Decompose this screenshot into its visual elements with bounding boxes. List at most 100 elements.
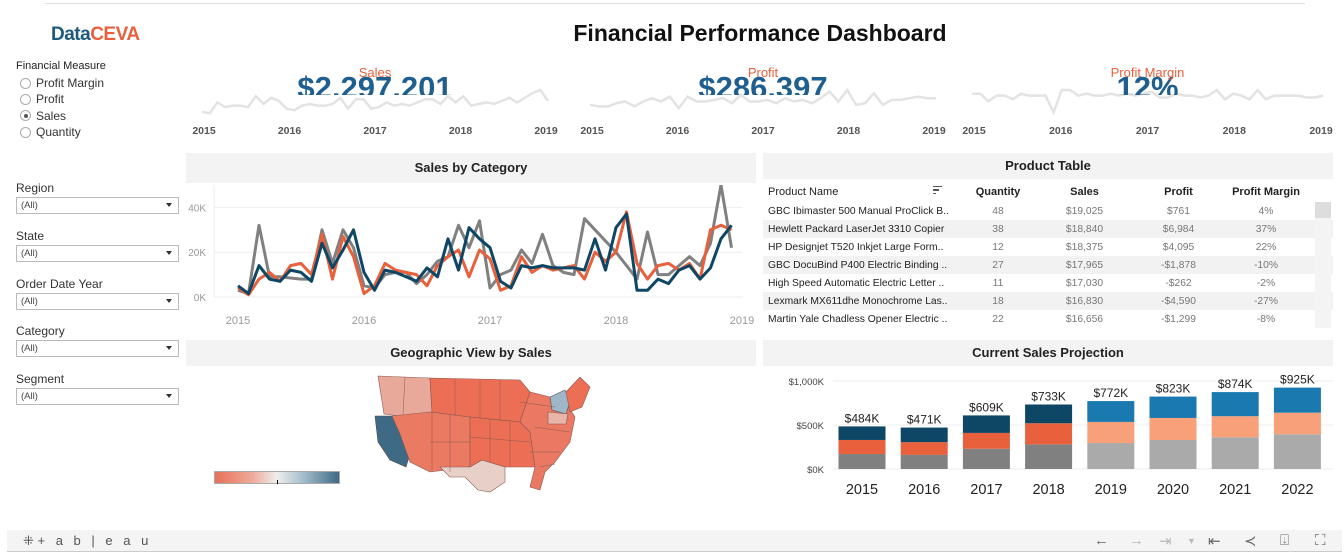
table-header-row: Product Name Quantity Sales Profit Profi… — [763, 182, 1333, 202]
x-tick-label: 2018 — [1032, 482, 1064, 498]
bar-segment-middle[interactable] — [1211, 416, 1259, 438]
dropdown-arrow-icon[interactable] — [166, 346, 172, 350]
bar-segment-bottom[interactable] — [962, 448, 1010, 469]
kpi-sales[interactable]: $2,297,201 Sales 2015 2016 2017 2018 2019 — [190, 60, 560, 145]
kpi-year-tick: 2019 — [1309, 125, 1333, 137]
radio-circle-icon[interactable] — [20, 93, 31, 105]
radio-circle-icon[interactable] — [20, 126, 31, 138]
color-legend — [214, 471, 340, 484]
table-row[interactable]: HP Designjet T520 Inkjet Large Form.. 12 $… — [763, 238, 1333, 256]
undo-icon[interactable]: ← — [1094, 532, 1109, 549]
filter-dropdown[interactable]: (All) — [16, 293, 179, 310]
x-tick-label: 2015 — [226, 315, 250, 327]
table-scrollbar[interactable] — [1315, 202, 1331, 328]
filter-dropdown[interactable]: (All) — [16, 340, 179, 357]
tableau-logo[interactable]: ⁜ + a b | e a u — [23, 533, 152, 549]
filter-label: Segment — [16, 372, 65, 386]
bar-segment-bottom[interactable] — [1149, 439, 1197, 469]
bar-segment-middle[interactable] — [900, 442, 948, 455]
radio-circle-icon[interactable] — [20, 77, 31, 89]
filter-label: Category — [16, 324, 65, 338]
dropdown-arrow-icon[interactable] — [166, 203, 172, 207]
radio-profit-margin[interactable]: Profit Margin — [16, 75, 106, 91]
geo-header: Geographic View by Sales — [186, 340, 756, 366]
kpi-year-tick: 2019 — [534, 125, 558, 137]
table-row[interactable]: Hewlett Packard LaserJet 3310 Copier 38 $1… — [763, 220, 1333, 238]
bar-segment-bottom[interactable] — [1273, 434, 1321, 469]
col-quantity[interactable]: Quantity — [963, 186, 1033, 198]
scrollbar-thumb[interactable] — [1315, 202, 1331, 218]
bar-segment-bottom[interactable] — [900, 454, 948, 469]
radio-profit[interactable]: Profit — [16, 91, 106, 107]
bar-segment-top[interactable] — [1273, 387, 1321, 413]
radio-sales[interactable]: Sales — [16, 108, 106, 124]
table-cell: High Speed Automatic Electric Letter .. — [768, 277, 945, 289]
sort-icon[interactable] — [933, 186, 942, 196]
col-sales[interactable]: Sales — [1033, 186, 1136, 198]
fullscreen-icon[interactable]: ⛶ — [1315, 532, 1326, 549]
table-cell: GBC Ibimaster 500 Manual ProClick B.. — [768, 205, 949, 217]
bar-segment-middle[interactable] — [1149, 417, 1197, 440]
kpi-year-tick: 2017 — [751, 125, 775, 137]
bar-total-label: $772K — [1093, 386, 1128, 400]
table-row[interactable]: High Speed Automatic Electric Letter .. 1… — [763, 274, 1333, 292]
col-profit-margin[interactable]: Profit Margin — [1221, 186, 1311, 198]
bar-total-label: $925K — [1280, 373, 1315, 387]
legend-midpoint-tick — [277, 480, 278, 484]
share-icon[interactable]: ≺ — [1244, 532, 1257, 550]
table-cell: 12 — [992, 241, 1004, 253]
revert-dropdown-icon[interactable]: ▼ — [1187, 536, 1196, 546]
dropdown-arrow-icon[interactable] — [166, 251, 172, 255]
bar-segment-middle[interactable] — [838, 439, 886, 455]
bar-segment-top[interactable] — [962, 415, 1010, 433]
redo-icon[interactable]: → — [1129, 532, 1144, 549]
bar-segment-middle[interactable] — [1025, 423, 1073, 445]
kpi-profit-margin[interactable]: 12% Profit Margin 2015 2016 2017 2018 2019 — [960, 60, 1335, 145]
bar-segment-middle[interactable] — [962, 432, 1010, 449]
download-icon[interactable]: ⍗ — [1280, 532, 1289, 549]
table-cell: -2% — [1256, 277, 1276, 289]
us-map[interactable] — [370, 372, 595, 494]
dropdown-arrow-icon[interactable] — [166, 299, 172, 303]
table-row[interactable]: Martin Yale Chadless Opener Electric .. 2… — [763, 310, 1333, 328]
filter-dropdown[interactable]: (All) — [16, 388, 179, 405]
bar-segment-top[interactable] — [900, 427, 948, 443]
table-cell: 27 — [992, 259, 1004, 271]
filter-label: Order Date Year — [16, 277, 103, 291]
bar-segment-middle[interactable] — [1273, 412, 1321, 435]
kpi-label: Profit — [747, 65, 779, 80]
revert-icon[interactable]: ⇥ — [1159, 532, 1172, 550]
reset-icon[interactable]: ⇤ — [1208, 532, 1221, 550]
filter-dropdown[interactable]: (All) — [16, 197, 179, 214]
radio-quantity[interactable]: Quantity — [16, 124, 106, 140]
bar-segment-top[interactable] — [1025, 404, 1073, 424]
bar-segment-middle[interactable] — [1087, 421, 1135, 444]
col-profit[interactable]: Profit — [1136, 186, 1221, 198]
table-row[interactable]: Lexmark MX611dhe Monochrome Las.. 18 $16,8… — [763, 292, 1333, 310]
bar-segment-top[interactable] — [1211, 392, 1259, 417]
table-cell: -$4,590 — [1161, 295, 1196, 307]
table-cell: 48 — [992, 205, 1004, 217]
x-tick-label: 2017 — [478, 315, 502, 327]
kpi-year-tick: 2016 — [277, 125, 302, 137]
dropdown-arrow-icon[interactable] — [166, 394, 172, 398]
x-tick-label: 2015 — [846, 482, 878, 498]
bar-segment-bottom[interactable] — [1211, 437, 1259, 469]
table-row[interactable]: GBC Ibimaster 500 Manual ProClick B.. 48 $… — [763, 202, 1333, 220]
radio-label: Sales — [36, 108, 67, 123]
table-cell: Hewlett Packard LaserJet 3310 Copier — [768, 223, 945, 235]
kpi-profit[interactable]: $286,397 Profit 2015 2016 2017 2018 2019 — [578, 60, 948, 145]
product-table-header: Product Table — [763, 153, 1333, 179]
bar-segment-bottom[interactable] — [838, 454, 886, 469]
kpi-year-tick: 2018 — [1222, 125, 1246, 137]
table-row[interactable]: GBC DocuBind P400 Electric Binding .. 27 $… — [763, 256, 1333, 274]
filter-dropdown[interactable]: (All) — [16, 245, 179, 262]
radio-circle-icon[interactable] — [20, 110, 31, 122]
bar-segment-top[interactable] — [838, 426, 886, 440]
bar-segment-bottom[interactable] — [1025, 444, 1073, 469]
bar-total-label: $609K — [969, 400, 1004, 414]
bar-segment-top[interactable] — [1149, 396, 1197, 418]
kpi-year-tick: 2015 — [962, 125, 986, 137]
bar-segment-top[interactable] — [1087, 401, 1135, 422]
bar-segment-bottom[interactable] — [1087, 443, 1135, 469]
